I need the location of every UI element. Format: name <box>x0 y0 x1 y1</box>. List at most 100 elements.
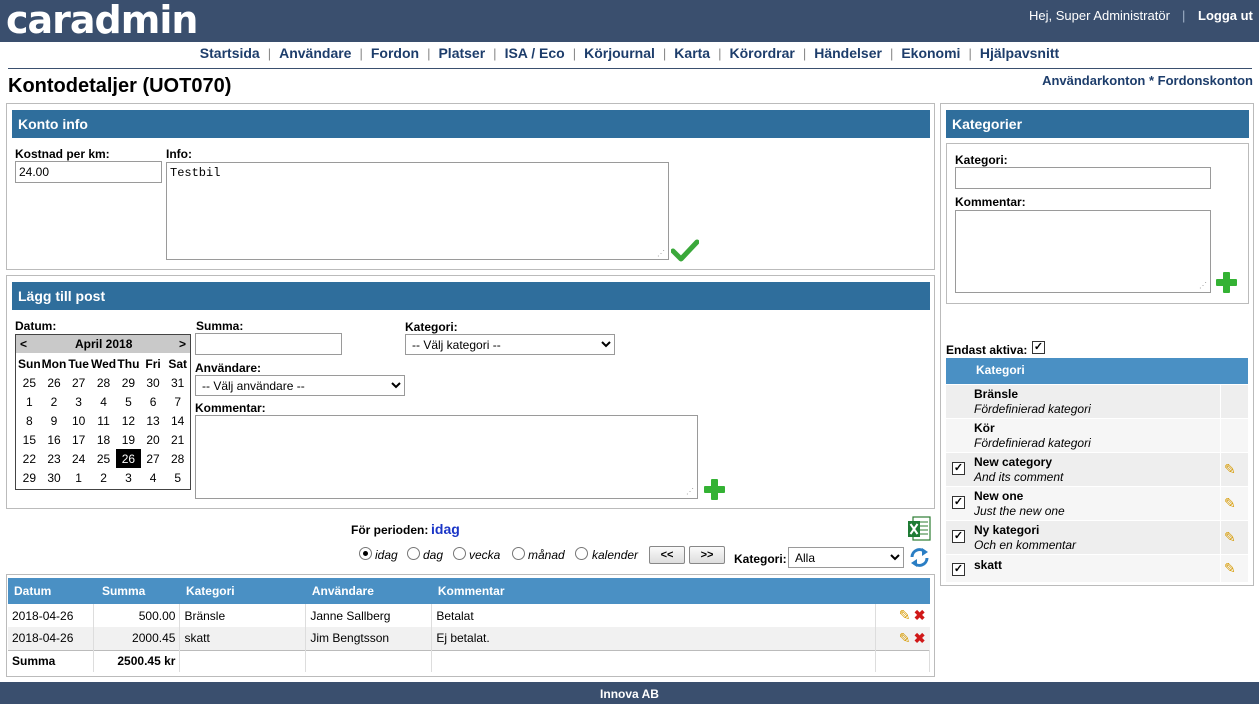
calendar-day[interactable]: 1 <box>17 392 42 411</box>
calendar-day[interactable]: 14 <box>165 411 190 430</box>
category-list-item[interactable]: ✓ New category And its comment ✎ <box>946 453 1248 487</box>
nav-item-karta[interactable]: Karta <box>666 45 718 61</box>
column-header-3[interactable]: Användare <box>306 578 432 604</box>
calendar-day[interactable]: 9 <box>42 411 67 430</box>
calendar-day[interactable]: 2 <box>42 392 67 411</box>
category-list-item[interactable]: Kör Fördefinierad kategori <box>946 419 1248 453</box>
calendar-day[interactable]: 19 <box>116 430 141 449</box>
period-next-button[interactable]: >> <box>689 546 725 564</box>
resize-handle-icon[interactable]: ⋰ <box>1199 282 1207 290</box>
sum-input[interactable] <box>195 333 342 355</box>
period-radio-idag[interactable] <box>359 547 372 560</box>
column-header-1[interactable]: Summa <box>94 578 180 604</box>
period-radio-dag[interactable] <box>407 547 420 560</box>
period-radio-kalender[interactable] <box>575 547 588 560</box>
info-textarea[interactable]: Testbil <box>166 162 669 260</box>
nav-item-användare[interactable]: Användare <box>271 45 359 61</box>
calendar-day[interactable]: 25 <box>17 373 42 392</box>
nav-item-isa-eco[interactable]: ISA / Eco <box>497 45 573 61</box>
pencil-icon[interactable]: ✎ <box>899 607 911 623</box>
new-category-input[interactable] <box>955 167 1211 189</box>
logout-link[interactable]: Logga ut <box>1198 8 1253 23</box>
calendar-day[interactable]: 5 <box>116 392 141 411</box>
category-active-checkbox[interactable]: ✓ <box>952 462 965 475</box>
filter-category-select[interactable]: Alla <box>788 547 904 568</box>
calendar-day[interactable]: 21 <box>165 430 190 449</box>
category-list-item[interactable]: ✓ skatt ✎ <box>946 555 1248 583</box>
calendar-day[interactable]: 17 <box>66 430 91 449</box>
save-check-icon[interactable] <box>671 239 699 263</box>
nav-item-körjournal[interactable]: Körjournal <box>576 45 663 61</box>
resize-handle-icon[interactable]: ⋰ <box>657 250 665 258</box>
category-select[interactable]: -- Välj kategori -- <box>405 334 615 355</box>
vehicle-accounts-link[interactable]: Fordonskonton <box>1158 73 1253 88</box>
calendar-day[interactable]: 22 <box>17 449 42 468</box>
calendar-day[interactable]: 27 <box>141 449 166 468</box>
refresh-icon[interactable] <box>908 546 931 569</box>
calendar-day[interactable]: 7 <box>165 392 190 411</box>
delete-icon[interactable]: ✖ <box>914 607 926 623</box>
period-radio-vecka[interactable] <box>453 547 466 560</box>
calendar-day[interactable]: 29 <box>116 373 141 392</box>
calendar-day[interactable]: 12 <box>116 411 141 430</box>
calendar-day[interactable]: 18 <box>91 430 116 449</box>
pencil-icon[interactable]: ✎ <box>1224 560 1236 577</box>
delete-icon[interactable]: ✖ <box>914 630 926 646</box>
excel-export-icon[interactable] <box>907 516 931 542</box>
calendar-day[interactable]: 3 <box>116 468 141 487</box>
calendar-day[interactable]: 20 <box>141 430 166 449</box>
calendar-next-month[interactable]: > <box>179 337 186 351</box>
calendar-day[interactable]: 4 <box>141 468 166 487</box>
pencil-icon[interactable]: ✎ <box>1224 529 1236 546</box>
nav-item-platser[interactable]: Platser <box>430 45 493 61</box>
category-active-checkbox[interactable]: ✓ <box>952 530 965 543</box>
calendar-day[interactable]: 4 <box>91 392 116 411</box>
calendar-day[interactable]: 10 <box>66 411 91 430</box>
calendar-day[interactable]: 5 <box>165 468 190 487</box>
calendar-day[interactable]: 30 <box>42 468 67 487</box>
nav-item-händelser[interactable]: Händelser <box>806 45 890 61</box>
calendar-day[interactable]: 26 <box>116 449 141 468</box>
calendar-day[interactable]: 2 <box>91 468 116 487</box>
new-category-comment-textarea[interactable] <box>955 210 1211 293</box>
calendar-day[interactable]: 6 <box>141 392 166 411</box>
column-header-4[interactable]: Kommentar <box>432 578 876 604</box>
calendar-day[interactable]: 24 <box>66 449 91 468</box>
comment-textarea[interactable] <box>195 415 698 499</box>
calendar-prev-month[interactable]: < <box>20 337 27 351</box>
calendar-day[interactable]: 30 <box>141 373 166 392</box>
column-header-0[interactable]: Datum <box>8 578 94 604</box>
cost-per-km-input[interactable] <box>15 161 162 183</box>
calendar-day[interactable]: 31 <box>165 373 190 392</box>
category-list-item[interactable]: Bränsle Fördefinierad kategori <box>946 385 1248 419</box>
calendar-day[interactable]: 15 <box>17 430 42 449</box>
nav-item-fordon[interactable]: Fordon <box>363 45 427 61</box>
period-prev-button[interactable]: << <box>649 546 685 564</box>
table-row[interactable]: 2018-04-26 2000.45 skatt Jim Bengtsson Ej be… <box>8 627 930 650</box>
calendar-day[interactable]: 1 <box>66 468 91 487</box>
category-active-checkbox[interactable]: ✓ <box>952 563 965 576</box>
calendar-day[interactable]: 28 <box>91 373 116 392</box>
calendar-day[interactable]: 3 <box>66 392 91 411</box>
calendar-day[interactable]: 23 <box>42 449 67 468</box>
app-logo[interactable]: caradmin <box>6 0 198 42</box>
calendar-day[interactable]: 11 <box>91 411 116 430</box>
pencil-icon[interactable]: ✎ <box>1224 495 1236 512</box>
category-list-item[interactable]: ✓ Ny kategori Och en kommentar ✎ <box>946 521 1248 555</box>
column-header-2[interactable]: Kategori <box>180 578 306 604</box>
pencil-icon[interactable]: ✎ <box>899 630 911 646</box>
add-category-plus-icon[interactable] <box>1215 271 1237 293</box>
period-radio-månad[interactable] <box>512 547 525 560</box>
nav-item-hjälpavsnitt[interactable]: Hjälpavsnitt <box>972 45 1067 61</box>
add-post-plus-icon[interactable] <box>703 478 725 500</box>
category-list-item[interactable]: ✓ New one Just the new one ✎ <box>946 487 1248 521</box>
calendar-day[interactable]: 27 <box>66 373 91 392</box>
table-row[interactable]: 2018-04-26 500.00 Bränsle Janne Sallberg Bet… <box>8 604 930 627</box>
calendar-day[interactable]: 26 <box>42 373 67 392</box>
nav-item-startsida[interactable]: Startsida <box>192 45 268 61</box>
calendar-day[interactable]: 29 <box>17 468 42 487</box>
user-accounts-link[interactable]: Användarkonton <box>1042 73 1145 88</box>
calendar-day[interactable]: 8 <box>17 411 42 430</box>
calendar-day[interactable]: 16 <box>42 430 67 449</box>
calendar-day[interactable]: 25 <box>91 449 116 468</box>
